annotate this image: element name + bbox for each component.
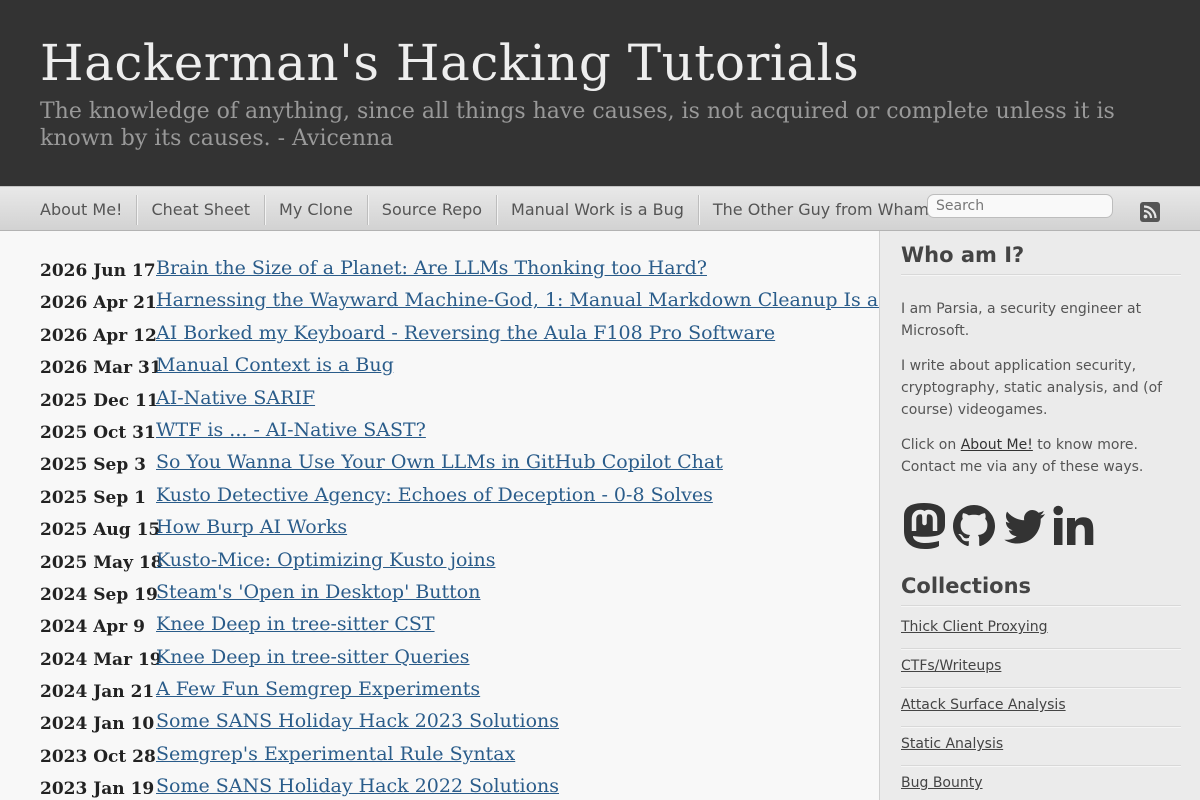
post-link[interactable]: Manual Context is a Bug	[156, 354, 394, 376]
post-date: 2023 Jan 19	[40, 779, 155, 800]
post-row: 2024 Jan 10 Some SANS Holiday Hack 2023 S…	[40, 710, 923, 742]
search-input[interactable]	[927, 194, 1113, 218]
post-row: 2026 Mar 31 Manual Context is a Bug	[40, 354, 923, 386]
linkedin-icon[interactable]	[1051, 501, 1097, 551]
post-link[interactable]: Kusto-Mice: Optimizing Kusto joins	[156, 549, 495, 571]
nav-item-other-guy[interactable]: The Other Guy from Wham!	[699, 195, 950, 225]
collections-list: Thick Client Proxying CTFs/Writeups Atta…	[901, 610, 1181, 800]
nav-item-cheat-sheet[interactable]: Cheat Sheet	[137, 195, 266, 225]
rss-icon[interactable]	[1140, 202, 1160, 222]
collection-item: Static Analysis	[901, 727, 1181, 766]
post-row: 2025 May 18 Kusto-Mice: Optimizing Kusto …	[40, 549, 923, 581]
bio-paragraph: I write about application security, cryp…	[901, 358, 1163, 418]
post-row: 2025 Sep 1 Kusto Detective Agency: Echoes…	[40, 484, 923, 516]
post-link[interactable]: A Few Fun Semgrep Experiments	[156, 678, 480, 700]
post-date: 2026 Apr 12	[40, 325, 157, 346]
collection-link[interactable]: CTFs/Writeups	[901, 658, 1001, 674]
post-link[interactable]: Some SANS Holiday Hack 2022 Solutions	[156, 775, 559, 797]
post-link[interactable]: AI Borked my Keyboard - Reversing the Au…	[156, 322, 775, 344]
post-date: 2025 Aug 15	[40, 520, 161, 541]
post-row: 2023 Oct 28 Semgrep's Experimental Rule S…	[40, 743, 923, 775]
post-date: 2024 Jan 21	[40, 682, 155, 703]
collection-link[interactable]: Bug Bounty	[901, 775, 983, 791]
sidebar: Who am I? I am Parsia, a security engine…	[879, 231, 1200, 800]
contact-paragraph: Click on About Me! to know more. Contact…	[901, 434, 1171, 478]
collection-item: Thick Client Proxying	[901, 610, 1181, 649]
post-row: 2026 Apr 12 AI Borked my Keyboard - Rever…	[40, 322, 923, 354]
post-row: 2024 Apr 9 Knee Deep in tree-sitter CST	[40, 613, 923, 645]
nav-item-about-me[interactable]: About Me!	[26, 195, 138, 225]
post-link[interactable]: Harnessing the Wayward Machine-God, 1: M…	[156, 289, 923, 311]
post-date: 2026 Apr 21	[40, 293, 157, 314]
post-link[interactable]: How Burp AI Works	[156, 516, 347, 538]
bio-paragraph: I am Parsia, a security engineer at Micr…	[901, 301, 1142, 339]
post-link[interactable]: AI-Native SARIF	[156, 387, 315, 409]
post-date: 2024 Jan 10	[40, 714, 155, 735]
post-date: 2025 Sep 3	[40, 455, 146, 476]
post-date: 2026 Mar 31	[40, 358, 162, 379]
post-link[interactable]: Kusto Detective Agency: Echoes of Decept…	[156, 484, 713, 506]
post-row: 2023 Jan 19 Some SANS Holiday Hack 2022 S…	[40, 775, 923, 800]
post-row: 2024 Sep 19 Steam's 'Open in Desktop' But…	[40, 581, 923, 613]
post-link[interactable]: So You Wanna Use Your Own LLMs in GitHub…	[156, 451, 723, 473]
contact-prefix: Click on	[901, 437, 961, 453]
post-list: 2026 Jun 17 Brain the Size of a Planet: A…	[40, 257, 923, 800]
who-am-i-heading: Who am I?	[901, 243, 1181, 275]
collection-item: Attack Surface Analysis	[901, 688, 1181, 727]
mastodon-icon[interactable]	[901, 501, 947, 551]
post-date: 2025 May 18	[40, 552, 163, 573]
twitter-icon[interactable]	[1001, 501, 1047, 551]
social-links	[901, 501, 1097, 551]
post-row: 2026 Jun 17 Brain the Size of a Planet: A…	[40, 257, 923, 289]
post-row: 2025 Dec 11 AI-Native SARIF	[40, 387, 923, 419]
nav-item-my-clone[interactable]: My Clone	[265, 195, 368, 225]
collection-item: CTFs/Writeups	[901, 649, 1181, 688]
site-tagline: The knowledge of anything, since all thi…	[40, 99, 1115, 151]
nav-item-manual-work[interactable]: Manual Work is a Bug	[497, 195, 699, 225]
post-link[interactable]: Brain the Size of a Planet: Are LLMs Tho…	[156, 257, 707, 279]
post-link[interactable]: WTF is ... - AI-Native SAST?	[156, 419, 426, 441]
post-date: 2026 Jun 17	[40, 261, 156, 281]
collection-link[interactable]: Thick Client Proxying	[901, 619, 1048, 635]
post-date: 2025 Oct 31	[40, 422, 156, 443]
about-me-link[interactable]: About Me!	[961, 437, 1033, 453]
post-date: 2023 Oct 28	[40, 746, 156, 767]
github-icon[interactable]	[951, 501, 997, 551]
post-date: 2025 Dec 11	[40, 390, 159, 411]
post-row: 2026 Apr 21 Harnessing the Wayward Machin…	[40, 289, 923, 321]
post-row: 2025 Oct 31 WTF is ... - AI-Native SAST?	[40, 419, 923, 451]
collection-link[interactable]: Static Analysis	[901, 736, 1003, 752]
post-link[interactable]: Steam's 'Open in Desktop' Button	[156, 581, 480, 603]
post-link[interactable]: Semgrep's Experimental Rule Syntax	[156, 743, 515, 765]
collection-link[interactable]: Attack Surface Analysis	[901, 697, 1066, 713]
collection-item: Bug Bounty	[901, 766, 1181, 800]
post-row: 2025 Aug 15 How Burp AI Works	[40, 516, 923, 548]
post-row: 2024 Jan 21 A Few Fun Semgrep Experiments	[40, 678, 923, 710]
post-date: 2024 Mar 19	[40, 649, 162, 670]
post-link[interactable]: Some SANS Holiday Hack 2023 Solutions	[156, 710, 559, 732]
post-row: 2024 Mar 19 Knee Deep in tree-sitter Quer…	[40, 646, 923, 678]
nav-bar: About Me! Cheat Sheet My Clone Source Re…	[0, 186, 1200, 231]
site-header: Hackerman's Hacking Tutorials The knowle…	[0, 0, 1200, 186]
post-link[interactable]: Knee Deep in tree-sitter Queries	[156, 646, 470, 668]
main-content: 2026 Jun 17 Brain the Size of a Planet: A…	[0, 231, 923, 800]
post-date: 2025 Sep 1	[40, 487, 146, 508]
nav-item-source-repo[interactable]: Source Repo	[368, 195, 498, 225]
post-row: 2025 Sep 3 So You Wanna Use Your Own LLMs…	[40, 451, 923, 483]
post-date: 2024 Apr 9	[40, 617, 146, 638]
post-link[interactable]: Knee Deep in tree-sitter CST	[156, 613, 435, 635]
collections-heading: Collections	[901, 574, 1181, 606]
site-title[interactable]: Hackerman's Hacking Tutorials	[40, 34, 859, 92]
nav-list: About Me! Cheat Sheet My Clone Source Re…	[26, 195, 949, 225]
post-date: 2024 Sep 19	[40, 584, 158, 605]
